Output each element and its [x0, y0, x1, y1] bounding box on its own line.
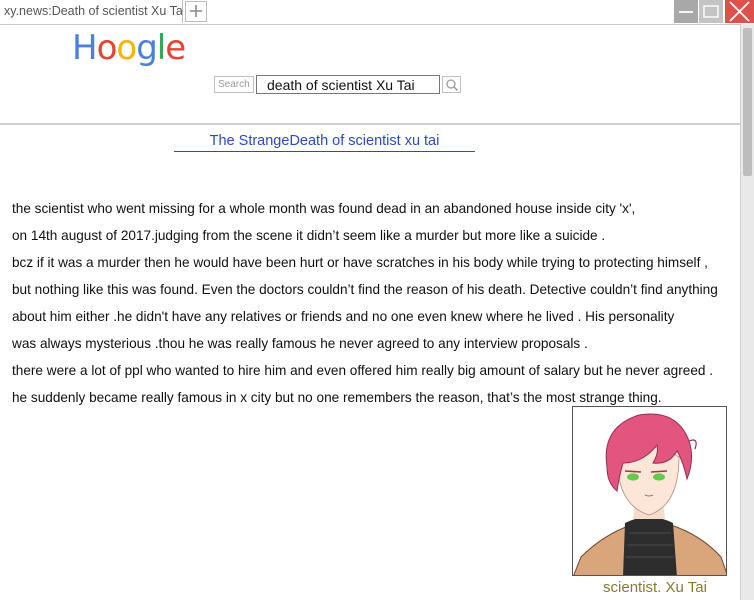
article-line: there were a lot of ppl who wanted to hi…: [12, 363, 713, 378]
maximize-icon: [703, 5, 719, 18]
logo-letter: o: [96, 28, 118, 68]
close-icon: [729, 1, 750, 22]
article-line: about him either .he didn't have any rel…: [12, 309, 675, 324]
article-line: but nothing like this was found. Even th…: [12, 282, 718, 297]
plus-icon: [190, 5, 202, 17]
article-line: was always mysterious .thou he was reall…: [12, 336, 588, 351]
browser-titlebar: xy.news:Death of scientist Xu Tai: [0, 0, 754, 25]
logo-letter: H: [72, 28, 98, 68]
tab-title: xy.news:Death of scientist Xu Tai: [4, 4, 183, 18]
search-button[interactable]: [442, 76, 461, 93]
browser-tab[interactable]: xy.news:Death of scientist Xu Tai: [0, 0, 183, 23]
scientist-portrait: [572, 406, 727, 576]
scrollbar-thumb[interactable]: [743, 28, 752, 176]
article-line: on 14th august of 2017.judging from the …: [12, 228, 606, 243]
hoogle-logo: Hoogle: [72, 26, 186, 70]
new-tab-button[interactable]: [185, 1, 207, 22]
article-line: the scientist who went missing for a who…: [12, 201, 636, 216]
header-divider: [0, 123, 740, 125]
search-label: Search: [214, 76, 254, 93]
magnifier-icon: [446, 79, 459, 92]
logo-letter: o: [116, 28, 137, 68]
article-body: the scientist who went missing for a who…: [12, 195, 740, 411]
close-button[interactable]: [725, 0, 754, 23]
vertical-scrollbar[interactable]: [740, 24, 754, 600]
logo-letter: l: [156, 28, 167, 68]
logo-letter: g: [136, 28, 158, 68]
portrait-caption: scientist. Xu Tai: [603, 579, 707, 596]
logo-letter: e: [165, 28, 186, 68]
article-line: bcz if it was a murder then he would hav…: [12, 255, 708, 270]
search-input[interactable]: [256, 75, 440, 94]
minimize-icon: [679, 11, 693, 13]
portrait-illustration: [573, 413, 726, 575]
article-title-link[interactable]: The StrangeDeath of scientist xu tai: [174, 132, 475, 152]
minimize-button[interactable]: [674, 0, 698, 23]
maximize-button[interactable]: [699, 0, 723, 23]
